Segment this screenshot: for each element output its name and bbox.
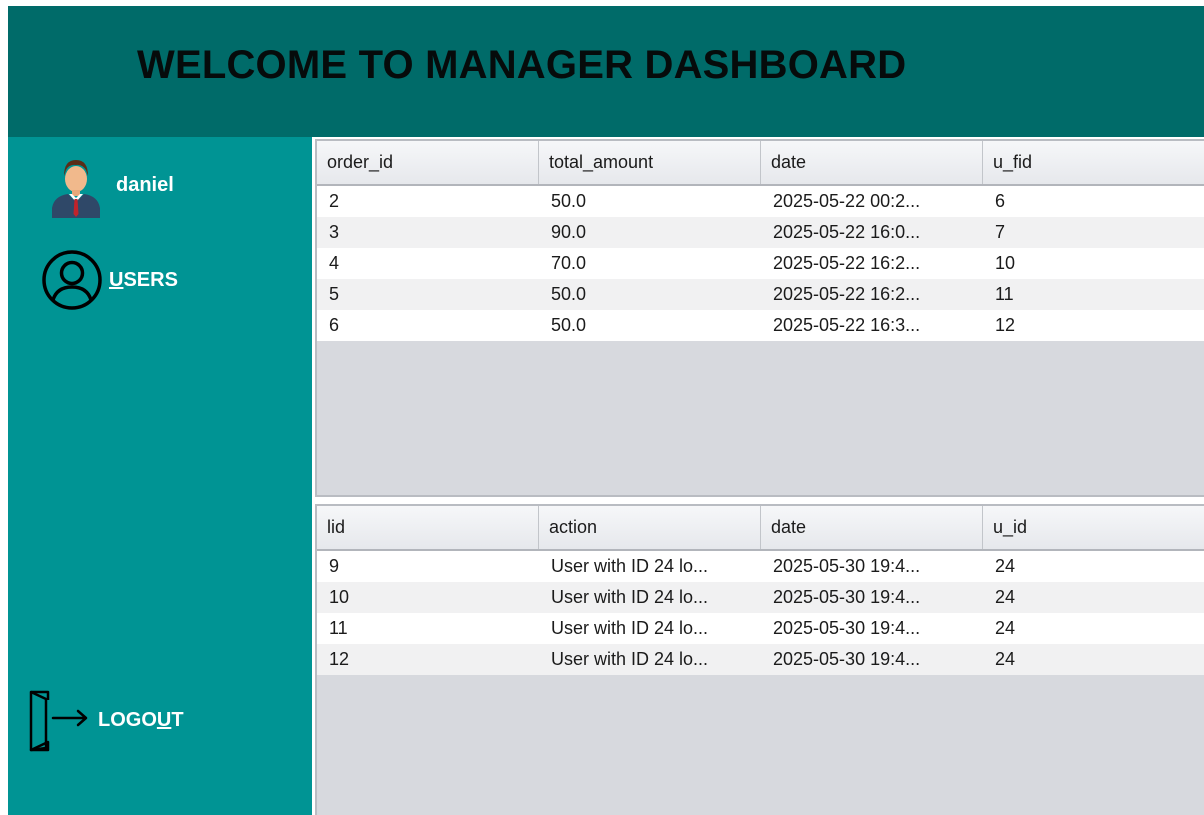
logs-table-header: lid action date u_id — [317, 506, 1204, 551]
table-cell: 7 — [995, 222, 1006, 242]
table-cell: 10 — [995, 253, 1016, 273]
table-row[interactable]: 6 50.0 2025-05-22 16:3... 12 — [317, 310, 1204, 341]
table-cell: 2 — [329, 191, 340, 211]
users-label-rest: SERS — [123, 269, 178, 291]
table-cell: 5 — [329, 284, 340, 304]
table-cell: 11 — [995, 284, 1014, 304]
table-cell: 12 — [329, 649, 350, 669]
table-cell: 50.0 — [551, 284, 587, 304]
table-cell: 24 — [995, 649, 1016, 669]
table-cell: 50.0 — [551, 191, 587, 211]
logs-table-body: 9 User with ID 24 lo... 2025-05-30 19:4.… — [317, 551, 1204, 675]
table-cell: 24 — [995, 587, 1016, 607]
table-cell: 11 — [329, 618, 348, 638]
page-title: WELCOME TO MANAGER DASHBOARD — [137, 43, 907, 87]
table-cell: 90.0 — [551, 222, 587, 242]
table-cell: User with ID 24 lo... — [551, 587, 709, 607]
column-header[interactable]: date — [761, 141, 983, 184]
table-row[interactable]: 5 50.0 2025-05-22 16:2... 11 — [317, 279, 1204, 310]
table-cell: 50.0 — [551, 315, 587, 335]
column-header[interactable]: action — [539, 506, 761, 549]
username-label: daniel — [116, 174, 174, 196]
table-cell: User with ID 24 lo... — [551, 649, 709, 669]
sidebar: daniel USERS LOGOUT — [8, 137, 312, 815]
table-cell: 6 — [995, 191, 1006, 211]
table-cell: 2025-05-22 00:2... — [773, 191, 921, 211]
table-cell: 10 — [329, 587, 350, 607]
logout-mnemonic: U — [156, 709, 172, 731]
logout-label: LOGOUT — [98, 709, 184, 732]
column-header[interactable]: u_fid — [983, 141, 1204, 184]
table-cell: 12 — [995, 315, 1016, 335]
table-cell: 6 — [329, 315, 340, 335]
table-cell: 2025-05-22 16:0... — [773, 222, 921, 242]
table-cell: 24 — [995, 618, 1016, 638]
logout-button[interactable]: LOGOUT — [28, 687, 248, 757]
table-cell: 2025-05-22 16:3... — [773, 315, 921, 335]
table-cell: 2025-05-22 16:2... — [773, 253, 921, 273]
table-cell: 4 — [329, 253, 340, 273]
logout-label-prefix: LOGO — [98, 709, 157, 731]
table-cell: 2025-05-30 19:4... — [773, 618, 921, 638]
table-row[interactable]: 12 User with ID 24 lo... 2025-05-30 19:4… — [317, 644, 1204, 675]
column-header[interactable]: date — [761, 506, 983, 549]
table-cell: 2025-05-30 19:4... — [773, 649, 921, 669]
table-cell: 2025-05-30 19:4... — [773, 556, 921, 576]
column-header[interactable]: lid — [317, 506, 539, 549]
users-mnemonic: U — [109, 269, 124, 291]
table-row[interactable]: 4 70.0 2025-05-22 16:2... 10 — [317, 248, 1204, 279]
orders-table-header: order_id total_amount date u_fid — [317, 141, 1204, 186]
logout-door-icon — [29, 690, 88, 752]
logs-table[interactable]: lid action date u_id 9 User with ID 24 l… — [315, 504, 1204, 815]
avatar — [52, 160, 100, 218]
table-cell: User with ID 24 lo... — [551, 618, 709, 638]
orders-table-body: 2 50.0 2025-05-22 00:2... 6 3 90.0 2025-… — [317, 186, 1204, 341]
table-row[interactable]: 11 User with ID 24 lo... 2025-05-30 19:4… — [317, 613, 1204, 644]
header-bar: WELCOME TO MANAGER DASHBOARD — [8, 6, 1204, 137]
users-label: USERS — [109, 269, 178, 292]
table-row[interactable]: 10 User with ID 24 lo... 2025-05-30 19:4… — [317, 582, 1204, 613]
column-header[interactable]: u_id — [983, 506, 1204, 549]
table-row[interactable]: 9 User with ID 24 lo... 2025-05-30 19:4.… — [317, 551, 1204, 582]
users-button[interactable]: USERS — [41, 249, 261, 313]
user-circle-icon — [42, 250, 102, 310]
column-header[interactable]: order_id — [317, 141, 539, 184]
table-row[interactable]: 2 50.0 2025-05-22 00:2... 6 — [317, 186, 1204, 217]
table-cell: 70.0 — [551, 253, 587, 273]
table-cell: 3 — [329, 222, 340, 242]
orders-table[interactable]: order_id total_amount date u_fid 2 50.0 … — [315, 139, 1204, 497]
table-row[interactable]: 3 90.0 2025-05-22 16:0... 7 — [317, 217, 1204, 248]
table-cell: 24 — [995, 556, 1016, 576]
logout-label-suffix: T — [171, 709, 184, 731]
table-cell: 2025-05-22 16:2... — [773, 284, 921, 304]
table-cell: 9 — [329, 556, 340, 576]
table-cell: 2025-05-30 19:4... — [773, 587, 921, 607]
table-cell: User with ID 24 lo... — [551, 556, 709, 576]
column-header[interactable]: total_amount — [539, 141, 761, 184]
